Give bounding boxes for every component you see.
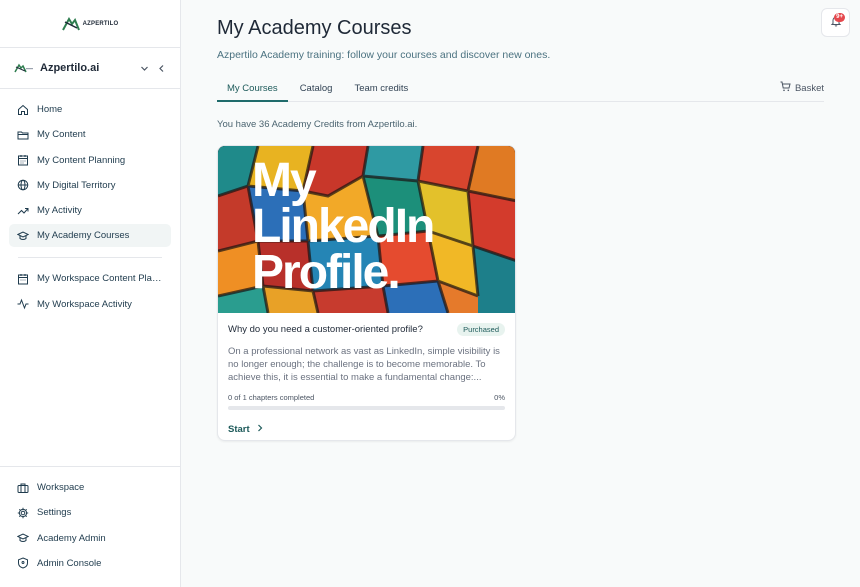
progress-bar (228, 406, 505, 410)
nav-bottom-divider (0, 466, 180, 467)
sidebar-item-label: My Content Planning (37, 154, 126, 166)
briefcase-icon (17, 482, 29, 494)
sidebar-item-content-planning[interactable]: My Content Planning (9, 149, 171, 172)
sidebar-item-workspace[interactable]: Workspace (9, 476, 171, 499)
sidebar-item-label: Home (37, 104, 63, 115)
logo[interactable]: AZPERTILO (61, 16, 119, 31)
sidebar-item-settings[interactable]: Settings (9, 501, 171, 524)
sidebar-item-label: Admin Console (37, 557, 102, 569)
chevron-down-icon[interactable] (140, 64, 149, 73)
course-title: Why do you need a customer-oriented prof… (228, 324, 423, 335)
sidebar-item-admin-console[interactable]: Admin Console (9, 552, 171, 575)
sidebar-item-workspace-content-planning[interactable]: My Workspace Content Planning (9, 267, 171, 290)
start-label: Start (228, 424, 250, 435)
workspace-logo-icon (14, 63, 33, 73)
logo-area: AZPERTILO (0, 0, 180, 48)
chevron-left-icon[interactable] (157, 64, 166, 73)
sidebar-item-label: Settings (37, 507, 72, 519)
calendar-icon (17, 154, 29, 166)
course-description: On a professional network as vast as Lin… (228, 346, 500, 383)
sidebar-item-my-activity[interactable]: My Activity (9, 199, 171, 222)
progress-text: 0 of 1 chapters completed (228, 393, 315, 402)
tab-bar: My Courses Catalog Team credits Basket (217, 77, 824, 102)
sidebar: AZPERTILO Azpertilo.ai Home My Content M… (0, 0, 181, 587)
sidebar-item-home[interactable]: Home (9, 98, 171, 121)
activity-icon (17, 298, 29, 310)
cover-line: Profile. (252, 246, 401, 299)
sidebar-item-label: My Workspace Activity (37, 298, 132, 310)
sidebar-item-digital-territory[interactable]: My Digital Territory (9, 174, 171, 197)
tab-team-credits[interactable]: Team credits (344, 77, 418, 102)
tab-my-courses[interactable]: My Courses (217, 77, 288, 102)
notification-badge: 9+ (834, 13, 845, 22)
sidebar-item-my-content[interactable]: My Content (9, 123, 171, 146)
sidebar-item-label: Workspace (37, 482, 85, 493)
credits-text: You have 36 Academy Credits from Azperti… (217, 119, 418, 130)
shield-icon (17, 557, 29, 569)
bottom-nav: Workspace Settings Academy Admin Admin C… (0, 476, 180, 577)
logo-mark-icon (61, 16, 80, 30)
graduation-cap-icon (17, 532, 29, 544)
globe-icon (17, 179, 29, 191)
main-nav: Home My Content My Content Planning My D… (0, 89, 180, 318)
sidebar-item-label: My Digital Territory (37, 179, 116, 191)
nav-divider (18, 257, 162, 259)
tab-catalog[interactable]: Catalog (290, 77, 343, 102)
workspace-switcher[interactable]: Azpertilo.ai (0, 48, 180, 89)
folder-icon (17, 129, 29, 141)
gear-icon (17, 507, 29, 519)
course-card[interactable]: My LinkedIn Profile. Why do you need a c… (217, 145, 516, 441)
cover-line: LinkedIn (252, 200, 435, 253)
notifications-button[interactable]: 9+ (821, 8, 850, 37)
sidebar-item-label: My Workspace Content Planning (37, 273, 163, 285)
course-card-body: Why do you need a customer-oriented prof… (218, 313, 515, 437)
workspace-name: Azpertilo.ai (40, 62, 100, 74)
sidebar-item-workspace-activity[interactable]: My Workspace Activity (9, 293, 171, 316)
trend-icon (17, 205, 29, 217)
logo-text: AZPERTILO (82, 20, 119, 27)
sidebar-item-label: My Activity (37, 205, 82, 217)
progress-percent: 0% (494, 393, 505, 402)
chevron-right-icon (256, 424, 264, 435)
sidebar-item-academy-admin[interactable]: Academy Admin (9, 527, 171, 550)
basket-button[interactable]: Basket (780, 81, 824, 95)
status-badge: Purchased (457, 323, 505, 336)
sidebar-item-label: Academy Admin (37, 532, 106, 544)
cart-icon (780, 81, 791, 95)
course-cover-image: My LinkedIn Profile. (218, 146, 515, 313)
page-subtitle: Azpertilo Academy training: follow your … (217, 49, 551, 61)
home-icon (17, 104, 29, 116)
cover-title: My LinkedIn Profile. (252, 154, 435, 299)
sidebar-item-label: My Academy Courses (37, 230, 130, 242)
sidebar-item-label: My Content (37, 129, 86, 141)
sidebar-item-academy-courses[interactable]: My Academy Courses (9, 224, 171, 248)
page-title: My Academy Courses (217, 17, 412, 39)
basket-label: Basket (794, 82, 824, 94)
calendar-icon (17, 273, 29, 285)
graduation-cap-icon (17, 230, 29, 242)
main-content: 9+ My Academy Courses Azpertilo Academy … (181, 0, 860, 587)
cover-line: My (252, 154, 317, 207)
start-button[interactable]: Start (228, 424, 264, 435)
